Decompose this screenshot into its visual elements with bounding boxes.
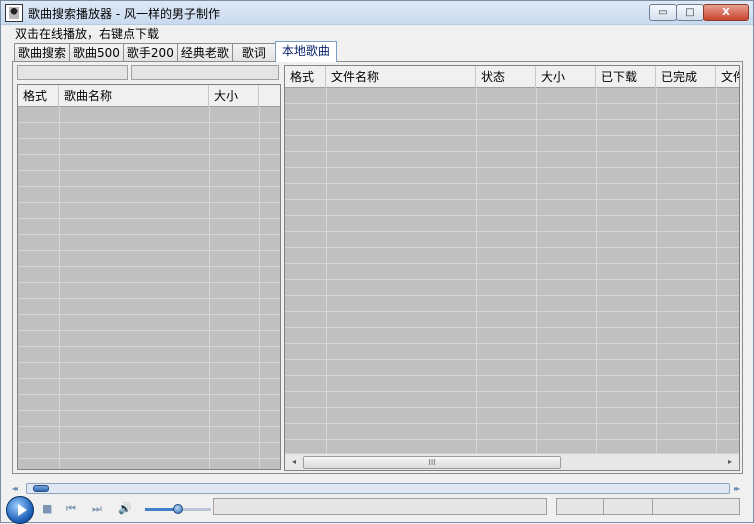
column-header-format[interactable]: 格式: [285, 66, 326, 88]
column-header-song-name[interactable]: 歌曲名称: [59, 85, 209, 107]
tab-top-500[interactable]: 歌曲500: [69, 43, 124, 62]
tab-local-songs[interactable]: 本地歌曲: [274, 41, 337, 62]
column-header-file-name[interactable]: 文件名称: [326, 66, 476, 88]
seek-thumb[interactable]: [33, 485, 49, 492]
seek-back-icon[interactable]: ◂◂: [12, 484, 18, 493]
seek-forward-icon[interactable]: ▸▸: [734, 484, 740, 493]
status-track-info: [213, 498, 547, 515]
app-logo-icon: [5, 4, 23, 22]
local-file-rows[interactable]: [285, 88, 739, 453]
column-divider: [259, 107, 260, 469]
column-divider: [476, 88, 477, 453]
previous-track-icon[interactable]: ⏮: [66, 503, 76, 515]
column-divider: [536, 88, 537, 453]
stop-icon[interactable]: ■: [42, 503, 52, 515]
volume-slider[interactable]: [145, 504, 211, 514]
seek-slider[interactable]: [26, 483, 730, 494]
title-bar[interactable]: 歌曲搜索播放器 - 风一样的男子制作 ▭ □ X: [1, 1, 753, 25]
play-button[interactable]: [6, 496, 34, 524]
maximize-button[interactable]: □: [676, 4, 704, 21]
tab-song-search[interactable]: 歌曲搜索: [14, 43, 71, 62]
column-header-completed[interactable]: 已完成: [656, 66, 716, 88]
horizontal-scrollbar[interactable]: ◂ III ▸: [285, 453, 739, 470]
song-list-table[interactable]: 格式 歌曲名称 大小: [17, 84, 281, 470]
column-divider: [209, 107, 210, 469]
tab-lyrics[interactable]: 歌词: [231, 43, 276, 62]
column-divider: [716, 88, 717, 453]
tab-bar: 歌曲搜索 歌曲500 歌手200 经典老歌 歌词 本地歌曲: [14, 41, 337, 62]
scroll-thumb[interactable]: III: [303, 456, 561, 469]
column-divider: [596, 88, 597, 453]
next-track-icon[interactable]: ⏭: [92, 503, 102, 515]
column-divider: [326, 88, 327, 453]
song-list-header: 格式 歌曲名称 大小: [18, 85, 280, 107]
scroll-left-icon[interactable]: ◂: [286, 455, 302, 469]
status-field-2: [603, 498, 653, 515]
column-header-filler: [259, 85, 280, 107]
volume-thumb[interactable]: [173, 504, 183, 514]
maximize-icon: □: [685, 7, 695, 18]
window-title: 歌曲搜索播放器 - 风一样的男子制作: [28, 7, 220, 21]
usage-hint: 双击在线播放，右键点下载: [15, 27, 160, 41]
column-divider: [59, 107, 60, 469]
minimize-button[interactable]: ▭: [649, 4, 677, 21]
song-list-rows[interactable]: [18, 107, 280, 469]
tab-singer-200[interactable]: 歌手200: [122, 43, 178, 62]
local-file-header: 格式 文件名称 状态 大小 已下载 已完成 文件: [285, 66, 739, 88]
status-field-1: [556, 498, 604, 515]
column-header-size[interactable]: 大小: [536, 66, 596, 88]
column-header-size[interactable]: 大小: [209, 85, 259, 107]
close-button[interactable]: X: [703, 4, 749, 21]
left-filter-box-2[interactable]: [131, 65, 279, 80]
local-file-table[interactable]: 格式 文件名称 状态 大小 已下载 已完成 文件 ◂ III ▸: [284, 65, 740, 471]
column-divider: [656, 88, 657, 453]
status-field-3: [652, 498, 740, 515]
tab-panel-local-songs: 格式 歌曲名称 大小 格式 文件名称 状态 大小 已下载 已完成 文件: [12, 61, 743, 474]
grip-icon: III: [428, 458, 436, 467]
tab-classic-songs[interactable]: 经典老歌: [176, 43, 233, 62]
scroll-right-icon[interactable]: ▸: [722, 455, 738, 469]
main-window: 歌曲搜索播放器 - 风一样的男子制作 ▭ □ X 双击在线播放，右键点下载 歌曲…: [0, 0, 754, 524]
volume-icon[interactable]: 🔊: [118, 503, 132, 515]
column-header-file[interactable]: 文件: [716, 66, 739, 88]
column-header-status[interactable]: 状态: [476, 66, 536, 88]
left-filter-box-1[interactable]: [17, 65, 128, 80]
column-header-format[interactable]: 格式: [18, 85, 59, 107]
column-header-downloaded[interactable]: 已下载: [596, 66, 656, 88]
minimize-icon: ▭: [658, 7, 668, 18]
window-controls: ▭ □ X: [649, 4, 749, 21]
close-icon: X: [722, 7, 730, 18]
